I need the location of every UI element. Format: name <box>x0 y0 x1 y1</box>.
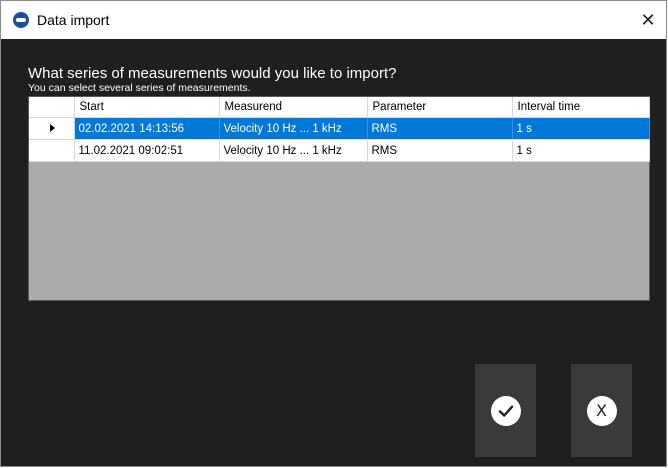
prompt-hint: You can select several series of measure… <box>28 82 251 94</box>
column-header-measurend[interactable]: Measurend <box>219 97 368 118</box>
series-table: Start Measurend Parameter Interval time … <box>29 97 650 162</box>
table-row[interactable]: 11.02.2021 09:02:51 Velocity 10 Hz ... 1… <box>29 139 650 162</box>
dialog-window: Data import ✕ What series of measurement… <box>0 0 667 467</box>
cancel-x-icon: X <box>596 401 607 420</box>
cell-measurend[interactable]: Velocity 10 Hz ... 1 kHz <box>219 117 368 140</box>
checkmark-icon <box>498 405 513 417</box>
dialog-content: What series of measurements would you li… <box>1 39 666 466</box>
cell-parameter[interactable]: RMS <box>367 117 513 140</box>
column-header-parameter[interactable]: Parameter <box>367 97 513 118</box>
cell-interval-time[interactable]: 1 s <box>512 117 650 140</box>
row-header-cell[interactable] <box>29 117 75 140</box>
prompt-question: What series of measurements would you li… <box>28 65 397 82</box>
cell-measurend[interactable]: Velocity 10 Hz ... 1 kHz <box>219 139 368 162</box>
cell-parameter[interactable]: RMS <box>367 139 513 162</box>
cancel-circle: X <box>586 395 617 426</box>
cell-start[interactable]: 02.02.2021 14:13:56 <box>74 117 220 140</box>
app-logo-icon <box>13 12 29 28</box>
cell-interval-time[interactable]: 1 s <box>512 139 650 162</box>
cell-start[interactable]: 11.02.2021 09:02:51 <box>74 139 220 162</box>
table-header-row: Start Measurend Parameter Interval time <box>29 97 650 118</box>
title-bar: Data import ✕ <box>1 1 666 39</box>
row-header-corner <box>29 97 75 118</box>
cancel-button[interactable]: X <box>571 364 632 457</box>
column-header-start[interactable]: Start <box>74 97 220 118</box>
current-row-arrow-icon <box>49 124 55 133</box>
window-title: Data import <box>37 12 110 28</box>
row-header-cell[interactable] <box>29 139 75 162</box>
confirm-circle <box>490 395 521 426</box>
close-button[interactable]: ✕ <box>630 1 666 39</box>
confirm-button[interactable] <box>475 364 536 457</box>
measurement-series-grid[interactable]: Start Measurend Parameter Interval time … <box>28 96 650 301</box>
table-row[interactable]: 02.02.2021 14:13:56 Velocity 10 Hz ... 1… <box>29 117 650 140</box>
column-header-interval-time[interactable]: Interval time <box>512 97 650 118</box>
